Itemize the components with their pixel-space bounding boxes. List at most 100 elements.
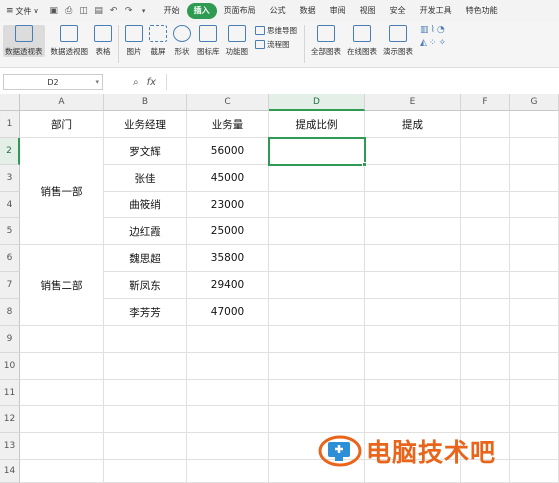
grid-cell[interactable]	[269, 272, 365, 299]
grid-cell[interactable]	[461, 272, 510, 299]
grid-cell[interactable]	[461, 380, 510, 406]
manager-cell[interactable]: 魏思超	[104, 245, 187, 272]
preview-icon[interactable]: ◫	[79, 6, 89, 16]
shape-button[interactable]: 形状	[173, 25, 191, 57]
grid-cell[interactable]	[365, 192, 461, 218]
grid-cell[interactable]	[365, 299, 461, 326]
file-menu[interactable]: ≡ 文件 ∨	[0, 0, 43, 22]
grid-cell[interactable]	[269, 406, 365, 433]
volume-cell[interactable]: 45000	[187, 165, 269, 192]
grid-cell[interactable]	[20, 433, 104, 460]
grid-cell[interactable]	[20, 380, 104, 406]
grid-cell[interactable]	[269, 245, 365, 272]
column-header-f[interactable]: F	[461, 94, 510, 111]
grid-cell[interactable]	[187, 406, 269, 433]
tab-page-layout[interactable]: 页面布局	[217, 3, 263, 19]
area-chart-icon[interactable]: ◭	[420, 38, 427, 48]
pie-chart-icon[interactable]: ◔	[437, 25, 445, 35]
tab-insert[interactable]: 插入	[186, 3, 217, 19]
row-header-9[interactable]: 9	[0, 326, 20, 353]
grid-cell[interactable]	[365, 245, 461, 272]
tab-developer[interactable]: 开发工具	[413, 3, 459, 19]
volume-cell[interactable]: 47000	[187, 299, 269, 326]
row-header-10[interactable]: 10	[0, 353, 20, 380]
grid-cell[interactable]	[365, 165, 461, 192]
volume-cell[interactable]: 56000	[187, 138, 269, 165]
grid-cell[interactable]	[269, 326, 365, 353]
grid-cell[interactable]	[365, 138, 461, 165]
grid-cell[interactable]	[461, 326, 510, 353]
grid-cell[interactable]	[510, 245, 559, 272]
save-icon[interactable]: ▣	[49, 6, 59, 16]
grid-cell[interactable]	[104, 433, 187, 460]
grid-cell[interactable]	[20, 460, 104, 483]
tab-data[interactable]: 数据	[293, 3, 323, 19]
grid-cell[interactable]	[269, 165, 365, 192]
grid-cell[interactable]	[365, 326, 461, 353]
row-header-14[interactable]: 14	[0, 460, 20, 483]
row-header-4[interactable]: 4	[0, 192, 20, 218]
header-commission-rate[interactable]: 提成比例	[269, 111, 365, 138]
column-header-a[interactable]: A	[20, 94, 104, 111]
department-cell-2[interactable]: 销售二部	[20, 245, 104, 326]
column-header-c[interactable]: C	[187, 94, 269, 111]
tab-formulas[interactable]: 公式	[263, 3, 293, 19]
grid-cell[interactable]	[187, 353, 269, 380]
header-volume[interactable]: 业务量	[187, 111, 269, 138]
grid-cell[interactable]	[365, 406, 461, 433]
select-all-corner[interactable]	[0, 94, 20, 111]
more-icon[interactable]: ▾	[139, 7, 149, 15]
column-header-g[interactable]: G	[510, 94, 559, 111]
grid-cell[interactable]	[104, 460, 187, 483]
export-icon[interactable]: ▤	[94, 6, 104, 16]
header-manager[interactable]: 业务经理	[104, 111, 187, 138]
grid-cell[interactable]	[510, 353, 559, 380]
undo-icon[interactable]: ↶	[109, 6, 119, 16]
flowchart-button[interactable]: 流程图	[255, 39, 297, 50]
volume-cell[interactable]: 25000	[187, 218, 269, 245]
department-cell-1[interactable]: 销售一部	[20, 138, 104, 245]
all-charts-button[interactable]: 全部图表	[311, 25, 341, 57]
chevron-down-icon[interactable]: ▾	[95, 78, 99, 86]
pivot-chart-button[interactable]: 数据透视图	[51, 25, 88, 57]
volume-cell[interactable]: 23000	[187, 192, 269, 218]
grid-cell[interactable]	[365, 218, 461, 245]
manager-cell[interactable]: 张佳	[104, 165, 187, 192]
icon-library-button[interactable]: 图标库	[197, 25, 220, 57]
row-header-2[interactable]: 2	[0, 138, 20, 165]
row-header-5[interactable]: 5	[0, 218, 20, 245]
grid-cell[interactable]	[461, 353, 510, 380]
fx-icon[interactable]: fx	[147, 77, 156, 88]
table-button[interactable]: 表格	[94, 25, 112, 57]
screenshot-button[interactable]: 截屏	[149, 25, 167, 57]
grid-cell[interactable]	[269, 218, 365, 245]
row-header-1[interactable]: 1	[0, 111, 20, 138]
grid-cell[interactable]	[269, 380, 365, 406]
grid-cell[interactable]	[510, 326, 559, 353]
grid-cell[interactable]	[461, 192, 510, 218]
redo-icon[interactable]: ↷	[124, 6, 134, 16]
tab-view[interactable]: 视图	[353, 3, 383, 19]
pivot-table-button[interactable]: 数据透视表	[3, 25, 45, 57]
row-header-13[interactable]: 13	[0, 433, 20, 460]
zoom-icon[interactable]: ⌕	[133, 77, 139, 88]
grid-cell[interactable]	[365, 272, 461, 299]
grid-cell[interactable]	[269, 138, 365, 165]
row-header-3[interactable]: 3	[0, 165, 20, 192]
grid-cell[interactable]	[461, 138, 510, 165]
grid-cell[interactable]	[510, 138, 559, 165]
grid-cell[interactable]	[461, 218, 510, 245]
grid-cell[interactable]	[187, 326, 269, 353]
grid-cell[interactable]	[20, 406, 104, 433]
tab-special[interactable]: 特色功能	[459, 3, 505, 19]
grid-cell[interactable]	[510, 272, 559, 299]
header-department[interactable]: 部门	[20, 111, 104, 138]
row-header-6[interactable]: 6	[0, 245, 20, 272]
grid-cell[interactable]	[104, 353, 187, 380]
grid-cell[interactable]	[104, 326, 187, 353]
grid-cell[interactable]	[510, 406, 559, 433]
column-header-d[interactable]: D	[269, 94, 365, 111]
volume-cell[interactable]: 35800	[187, 245, 269, 272]
grid-cell[interactable]	[510, 460, 559, 483]
row-header-12[interactable]: 12	[0, 406, 20, 433]
